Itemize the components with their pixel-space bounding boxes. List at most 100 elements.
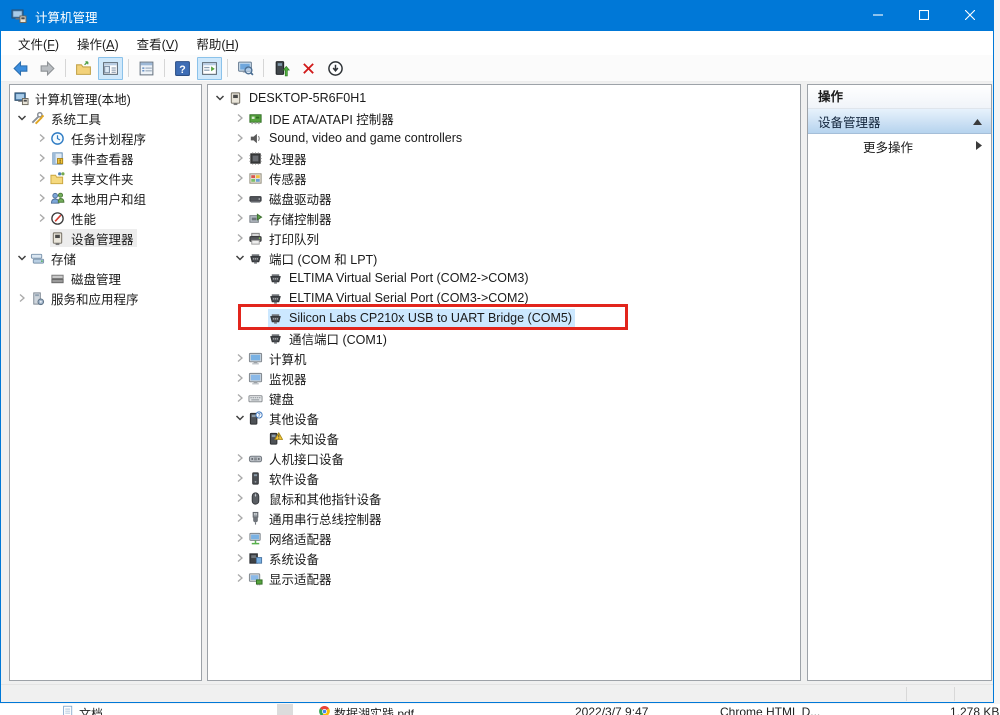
expand-arrow-icon[interactable] xyxy=(34,153,50,163)
expand-arrow-icon[interactable] xyxy=(232,233,248,243)
expand-arrow-icon[interactable] xyxy=(232,473,248,483)
expand-arrow-icon[interactable] xyxy=(34,213,50,223)
collapse-arrow-icon[interactable] xyxy=(212,93,228,103)
device-tree-row[interactable]: 端口 (COM 和 LPT) xyxy=(208,248,800,268)
device-tree-row[interactable]: 通用串行总线控制器 xyxy=(208,508,800,528)
expand-arrow-icon[interactable] xyxy=(232,373,248,383)
device-tree-row[interactable]: 鼠标和其他指针设备 xyxy=(208,488,800,508)
device-tree-row[interactable]: Silicon Labs CP210x USB to UART Bridge (… xyxy=(208,308,800,328)
collapse-arrow-icon[interactable] xyxy=(232,253,248,263)
device-tree-row[interactable]: 显示适配器 xyxy=(208,568,800,588)
device-tree-row[interactable]: 系统设备 xyxy=(208,548,800,568)
sidebar-tree-row[interactable]: 共享文件夹 xyxy=(10,168,201,188)
expand-arrow-icon[interactable] xyxy=(232,533,248,543)
performance-icon xyxy=(50,211,68,226)
forward-button[interactable] xyxy=(35,57,60,80)
tree-item: IDE ATA/ATAPI 控制器 xyxy=(248,109,397,127)
expand-arrow-icon[interactable] xyxy=(232,153,248,163)
device-tree-row[interactable]: 处理器 xyxy=(208,148,800,168)
expand-arrow-icon[interactable] xyxy=(232,353,248,363)
update-driver-button[interactable] xyxy=(269,57,294,80)
sidebar-tree-row[interactable]: 设备管理器 xyxy=(10,228,201,248)
expand-arrow-icon[interactable] xyxy=(232,513,248,523)
collapse-arrow-icon[interactable] xyxy=(14,113,30,123)
show-action-pane-button[interactable] xyxy=(197,57,222,80)
minimize-button[interactable] xyxy=(855,1,901,31)
device-tree-row[interactable]: ELTIMA Virtual Serial Port (COM2->COM3) xyxy=(208,268,800,288)
menu-file[interactable]: 文件(F) xyxy=(9,31,68,56)
show-console-tree-button[interactable] xyxy=(98,57,123,80)
device-tree-row[interactable]: IDE ATA/ATAPI 控制器 xyxy=(208,108,800,128)
action-pane-section-device-manager[interactable]: 设备管理器 xyxy=(808,109,991,134)
sidebar-tree-row[interactable]: 系统工具 xyxy=(10,108,201,128)
toolbar-separator xyxy=(164,59,165,77)
expand-arrow-icon[interactable] xyxy=(34,173,50,183)
event-viewer-icon xyxy=(50,151,68,166)
expand-arrow-icon[interactable] xyxy=(232,213,248,223)
expand-arrow-icon[interactable] xyxy=(232,193,248,203)
device-tree-row[interactable]: 存储控制器 xyxy=(208,208,800,228)
sidebar-tree-row[interactable]: 服务和应用程序 xyxy=(10,288,201,308)
chevron-up-icon[interactable] xyxy=(973,114,982,128)
sidebar-tree-row[interactable]: 存储 xyxy=(10,248,201,268)
collapse-arrow-icon[interactable] xyxy=(14,253,30,263)
scan-icon xyxy=(327,60,344,77)
sidebar-tree-row[interactable]: 计算机管理(本地) xyxy=(10,88,201,108)
uninstall-device-button[interactable] xyxy=(296,57,321,80)
expand-arrow-icon[interactable] xyxy=(232,393,248,403)
device-tree-row[interactable]: 网络适配器 xyxy=(208,528,800,548)
scan-hardware-button[interactable] xyxy=(323,57,348,80)
system-devices-icon xyxy=(248,551,266,566)
devices-view-button[interactable] xyxy=(233,57,258,80)
sidebar-tree-row[interactable]: 性能 xyxy=(10,208,201,228)
status-bar xyxy=(1,684,993,702)
services-icon xyxy=(30,291,48,306)
help-button[interactable]: ? xyxy=(170,57,195,80)
properties-button[interactable] xyxy=(134,57,159,80)
sidebar-tree-row[interactable]: 磁盘管理 xyxy=(10,268,201,288)
expand-arrow-icon[interactable] xyxy=(232,113,248,123)
maximize-button[interactable] xyxy=(901,1,947,31)
device-tree-row[interactable]: Sound, video and game controllers xyxy=(208,128,800,148)
expand-arrow-icon[interactable] xyxy=(34,133,50,143)
device-tree-row[interactable]: 磁盘驱动器 xyxy=(208,188,800,208)
device-tree-row[interactable]: ELTIMA Virtual Serial Port (COM3->COM2) xyxy=(208,288,800,308)
menu-action[interactable]: 操作(A) xyxy=(68,31,128,56)
expand-arrow-icon[interactable] xyxy=(232,173,248,183)
expand-arrow-icon[interactable] xyxy=(232,573,248,583)
menu-help[interactable]: 帮助(H) xyxy=(187,31,247,56)
export-list-button[interactable] xyxy=(71,57,96,80)
sidebar-tree-row[interactable]: 任务计划程序 xyxy=(10,128,201,148)
back-button[interactable] xyxy=(8,57,33,80)
expand-arrow-icon[interactable] xyxy=(34,193,50,203)
console-tree-icon xyxy=(102,60,119,77)
device-tree-row[interactable]: ?其他设备 xyxy=(208,408,800,428)
expand-arrow-icon[interactable] xyxy=(232,133,248,143)
expand-arrow-icon[interactable] xyxy=(232,453,248,463)
device-tree-row[interactable]: 通信端口 (COM1) xyxy=(208,328,800,348)
device-tree-row[interactable]: 监视器 xyxy=(208,368,800,388)
close-button[interactable] xyxy=(947,1,993,31)
background-sidebar-item[interactable]: 文档 xyxy=(79,705,103,715)
tree-item: DESKTOP-5R6F0H1 xyxy=(228,89,369,107)
sidebar-tree-row[interactable]: 本地用户和组 xyxy=(10,188,201,208)
action-pane-more-actions[interactable]: 更多操作 xyxy=(808,134,991,158)
sidebar-tree-row[interactable]: 事件查看器 xyxy=(10,148,201,168)
device-tree-row[interactable]: 软件设备 xyxy=(208,468,800,488)
device-tree-row[interactable]: 打印队列 xyxy=(208,228,800,248)
device-tree-row[interactable]: 未知设备 xyxy=(208,428,800,448)
background-file-name[interactable]: 数据湖实践.pdf xyxy=(334,705,414,715)
device-tree-row[interactable]: DESKTOP-5R6F0H1 xyxy=(208,88,800,108)
device-tree-row[interactable]: 传感器 xyxy=(208,168,800,188)
menu-view[interactable]: 查看(V) xyxy=(128,31,188,56)
device-tree-row[interactable]: 键盘 xyxy=(208,388,800,408)
computer-management-icon xyxy=(11,8,27,24)
tree-item-label: 共享文件夹 xyxy=(68,169,137,188)
collapse-arrow-icon[interactable] xyxy=(232,413,248,423)
tree-item-label: 计算机管理(本地) xyxy=(32,89,134,108)
expand-arrow-icon[interactable] xyxy=(14,293,30,303)
expand-arrow-icon[interactable] xyxy=(232,553,248,563)
device-tree-row[interactable]: 计算机 xyxy=(208,348,800,368)
expand-arrow-icon[interactable] xyxy=(232,493,248,503)
device-tree-row[interactable]: 人机接口设备 xyxy=(208,448,800,468)
